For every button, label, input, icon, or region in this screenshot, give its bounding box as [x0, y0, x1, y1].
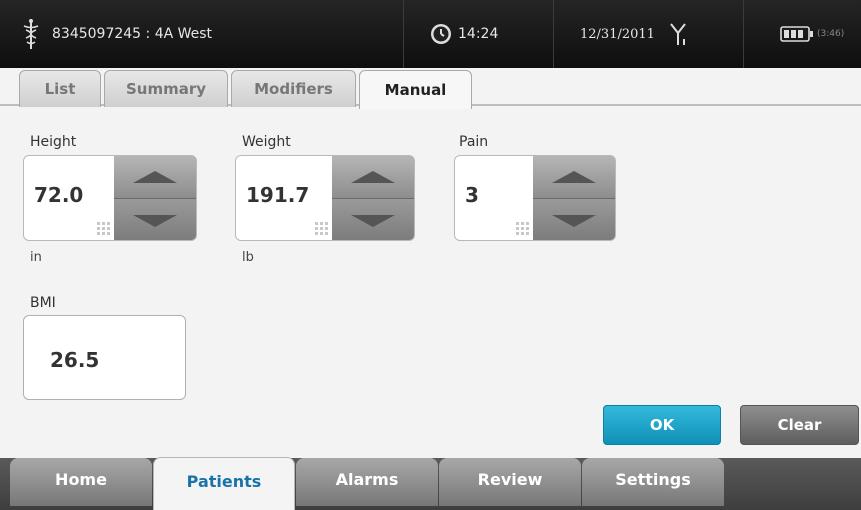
date-text: 12/31/2011 [580, 26, 655, 42]
keypad-icon[interactable] [315, 222, 328, 235]
patient-id-area[interactable]: 8345097245 : 4A West [0, 0, 404, 68]
weight-value[interactable]: 191.7 [246, 183, 309, 207]
battery-time: (3:46) [817, 29, 845, 39]
arrow-up-icon [552, 171, 596, 183]
clock-icon [431, 24, 451, 44]
height-stepper: 72.0 [23, 155, 197, 241]
caduceus-icon [23, 19, 39, 49]
status-bar: 8345097245 : 4A West 14:24 12/31/2011 (3… [0, 0, 861, 68]
tab-list[interactable]: List [19, 70, 101, 107]
date-area: 12/31/2011 [554, 0, 744, 68]
bmi-label: BMI [30, 295, 56, 311]
antenna-icon [670, 23, 686, 45]
pain-value[interactable]: 3 [465, 183, 479, 207]
height-steppers [114, 156, 196, 240]
height-decrease-button[interactable] [114, 199, 196, 240]
arrow-down-icon [133, 214, 177, 227]
weight-label: Weight [242, 134, 291, 150]
clock-area: 14:24 [404, 0, 554, 68]
arrow-down-icon [351, 214, 395, 227]
battery-area: (3:46) [744, 0, 861, 68]
height-value[interactable]: 72.0 [34, 183, 83, 207]
weight-stepper: 191.7 [235, 155, 415, 241]
nav-alarms[interactable]: Alarms [296, 458, 438, 506]
height-label: Height [30, 134, 77, 150]
clear-button[interactable]: Clear [740, 405, 859, 445]
arrow-down-icon [552, 214, 596, 227]
clock-time: 14:24 [458, 26, 499, 42]
battery-icon [780, 26, 813, 42]
weight-steppers [332, 156, 414, 240]
pain-decrease-button[interactable] [533, 199, 615, 240]
nav-patients[interactable]: Patients [153, 457, 295, 510]
nav-review[interactable]: Review [439, 458, 581, 506]
bottom-nav: Home Patients Alarms Review Settings [0, 457, 861, 510]
nav-settings[interactable]: Settings [582, 458, 724, 506]
tab-summary[interactable]: Summary [104, 70, 228, 107]
arrow-up-icon [351, 171, 395, 183]
bmi-value: 26.5 [50, 348, 100, 372]
weight-decrease-button[interactable] [332, 199, 414, 240]
sub-tab-bar: List Summary Modifiers Manual [0, 68, 861, 109]
patient-label: 8345097245 : 4A West [52, 26, 213, 42]
height-unit: in [30, 250, 42, 265]
keypad-icon[interactable] [97, 222, 110, 235]
nav-home[interactable]: Home [10, 458, 152, 506]
pain-increase-button[interactable] [533, 156, 615, 199]
arrow-up-icon [133, 171, 177, 183]
weight-unit: lb [242, 250, 254, 265]
height-increase-button[interactable] [114, 156, 196, 199]
ok-button[interactable]: OK [603, 405, 721, 445]
pain-stepper: 3 [454, 155, 616, 241]
keypad-icon[interactable] [516, 222, 529, 235]
weight-increase-button[interactable] [332, 156, 414, 199]
tab-modifiers[interactable]: Modifiers [231, 70, 356, 107]
bmi-display: 26.5 [23, 315, 186, 400]
pain-label: Pain [459, 134, 489, 150]
pain-steppers [533, 156, 615, 240]
tab-manual[interactable]: Manual [359, 70, 472, 109]
